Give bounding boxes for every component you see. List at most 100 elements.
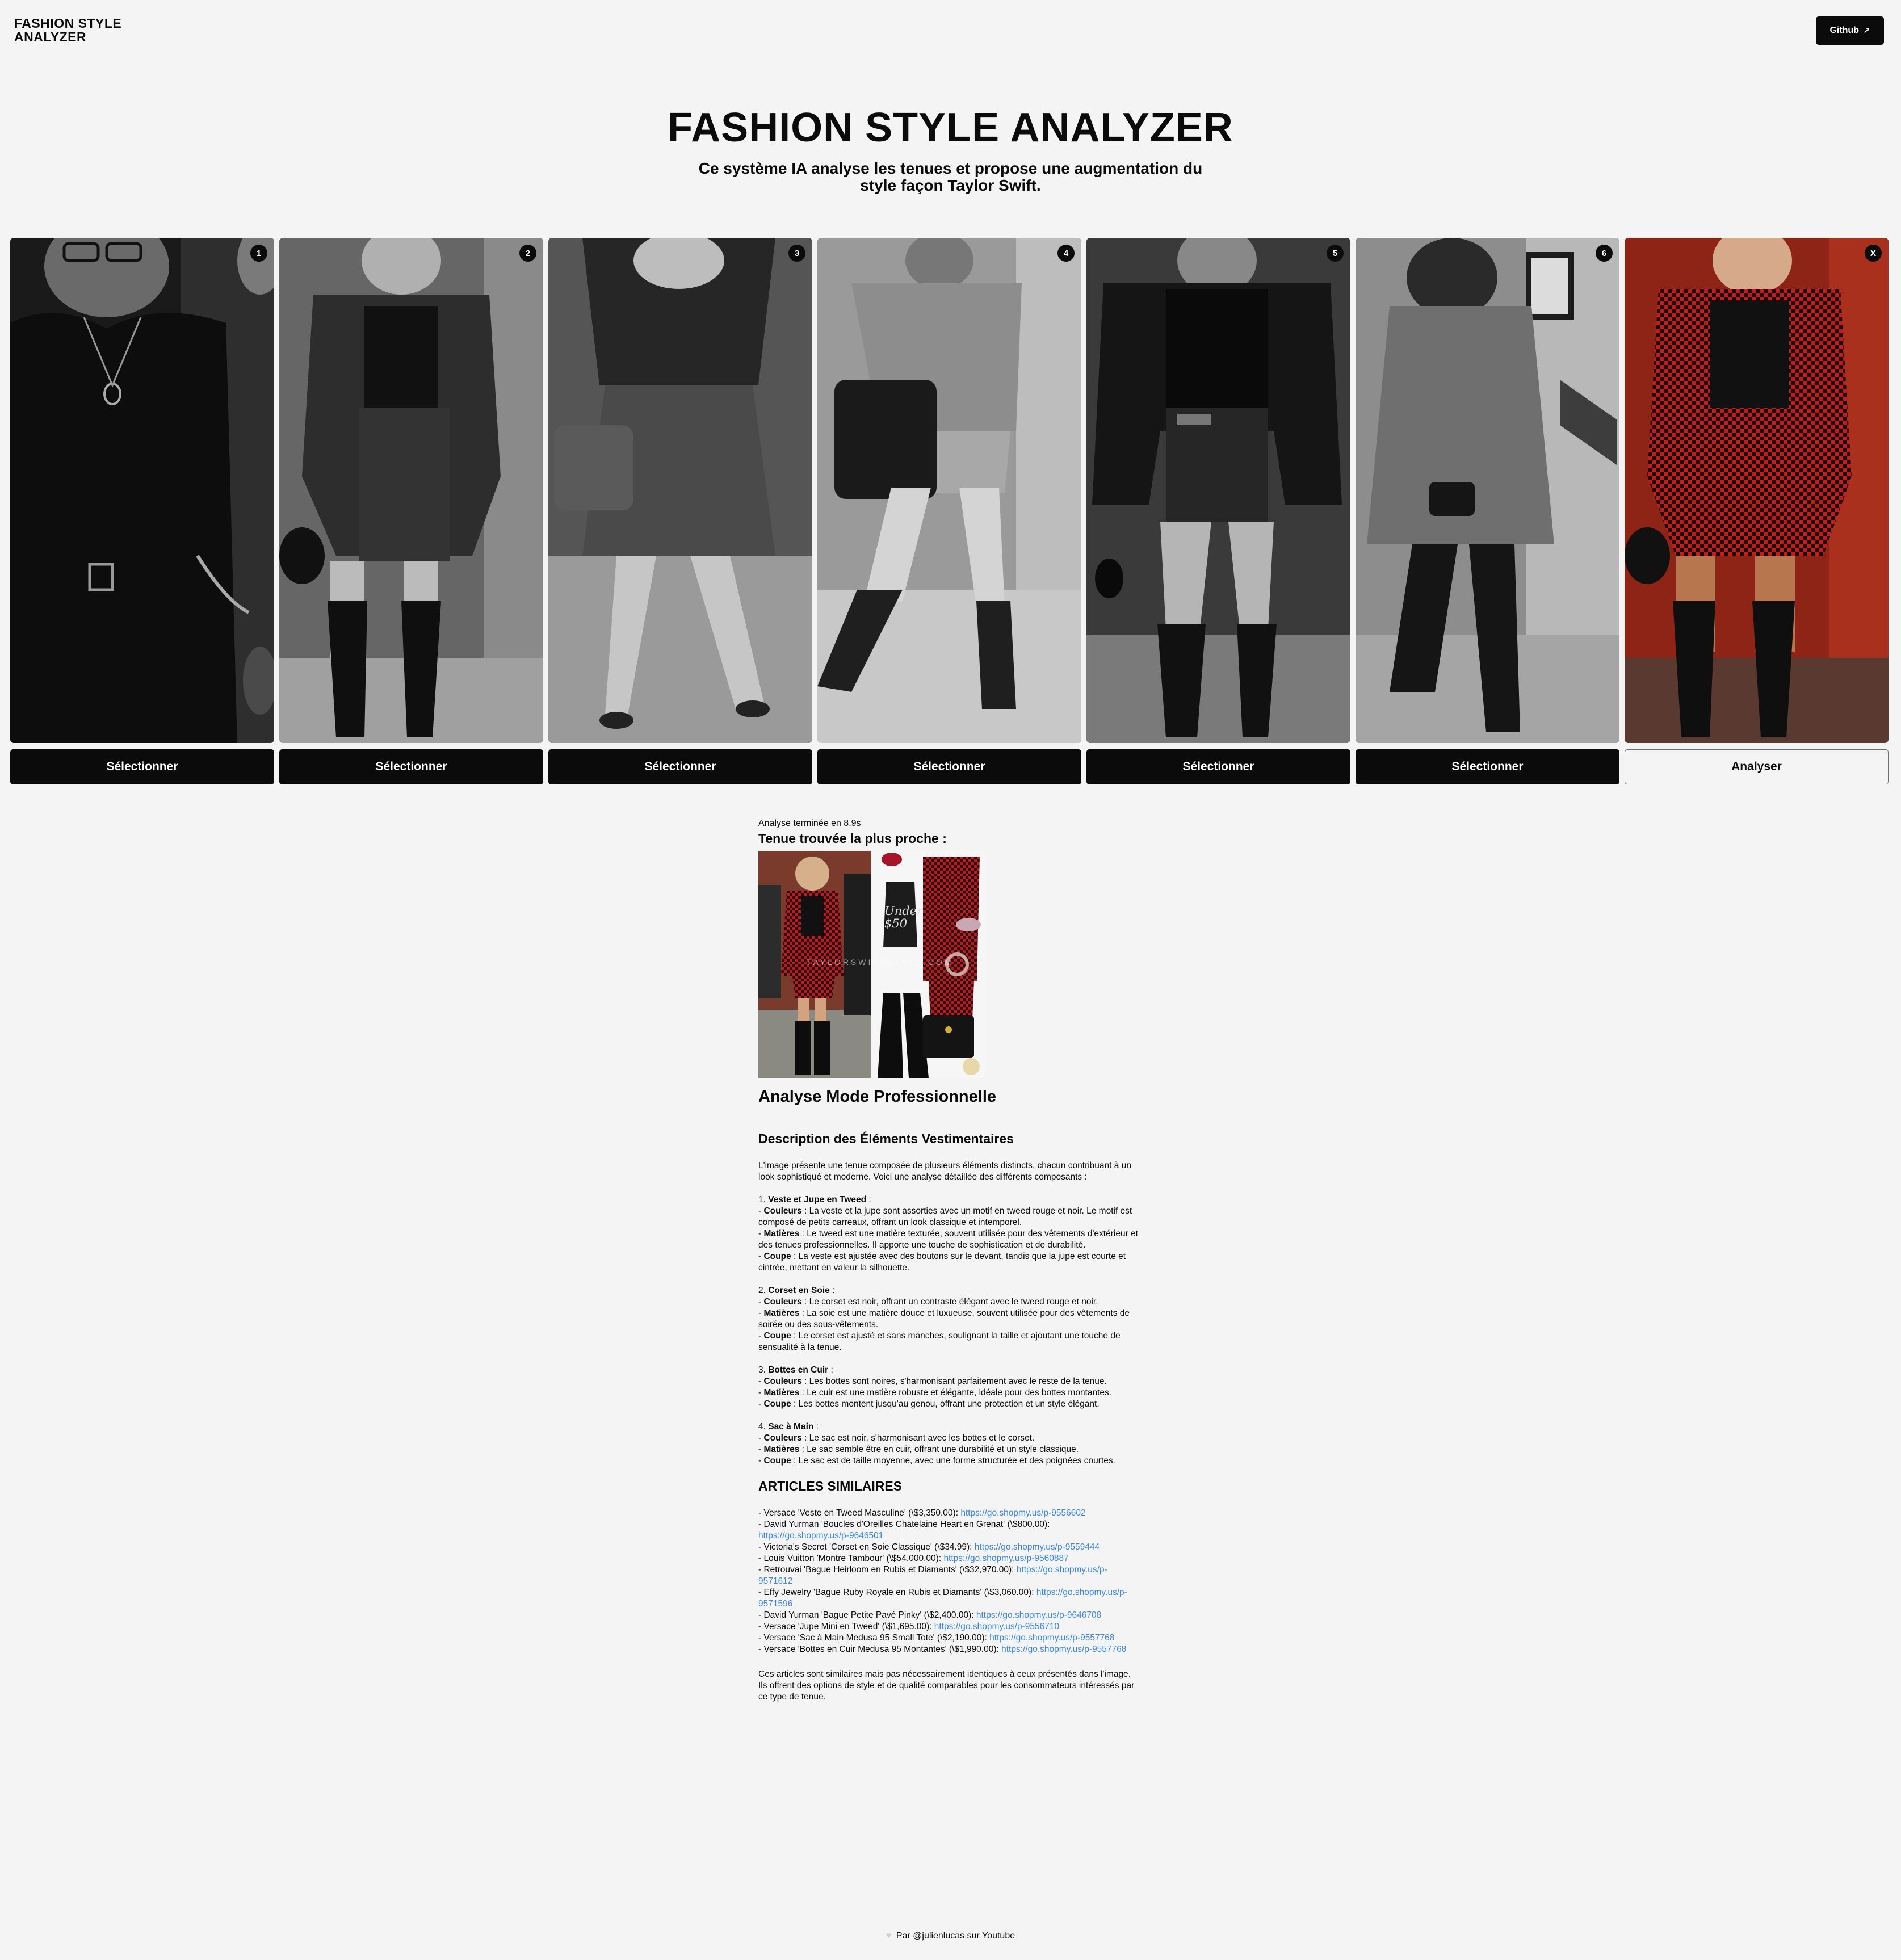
detail-text: : Le corset est noir, offrant un contras…	[801, 1297, 1098, 1307]
analysis-heading: Analyse Mode Professionnelle	[758, 1088, 997, 1106]
article-item: - Effy Jewelry 'Bague Ruby Royale en Rub…	[758, 1587, 1142, 1610]
articles-heading: ARTICLES SIMILAIRES	[758, 1479, 903, 1493]
article-text: - David Yurman 'Bague Petite Pavé Pinky'…	[758, 1610, 976, 1620]
outfit-photo-3[interactable]: 3	[548, 238, 812, 743]
article-link[interactable]: https://go.shopmy.us/p-9557768	[1001, 1644, 1126, 1654]
article-item: - Victoria's Secret 'Corset en Soie Clas…	[758, 1542, 1142, 1553]
outfit-photo-4[interactable]: 4	[817, 238, 1081, 743]
outfit-4-image	[817, 238, 1081, 743]
select-button[interactable]: Sélectionner	[548, 749, 812, 784]
analysis-body: L'image présente une tenue composée de p…	[758, 1160, 1142, 1467]
nearest-outfit-heading: Tenue trouvée la plus proche :	[758, 831, 947, 846]
article-item: - David Yurman 'Boucles d'Oreilles Chate…	[758, 1519, 1142, 1542]
heart-icon: ♥	[886, 1931, 892, 1941]
article-link[interactable]: https://go.shopmy.us/p-9556602	[960, 1508, 1085, 1518]
detail-label: Couleurs	[763, 1433, 802, 1443]
outfit-photo-1[interactable]: 1	[10, 238, 274, 743]
select-button[interactable]: Sélectionner	[817, 749, 1081, 784]
article-link[interactable]: https://go.shopmy.us/p-9559444	[975, 1542, 1100, 1552]
article-text: - Retrouvai 'Bague Heirloom en Rubis et …	[758, 1565, 1017, 1575]
article-item: - Versace 'Sac à Main Medusa 95 Small To…	[758, 1632, 1142, 1644]
top-bar: FASHION STYLE ANALYZER Github ↗	[0, 0, 1901, 62]
section-title-text: Veste et Jupe en Tweed	[768, 1195, 867, 1204]
article-text: - Effy Jewelry 'Bague Ruby Royale en Rub…	[758, 1588, 1036, 1597]
section-detail: - Coupe : Le corset est ajusté et sans m…	[758, 1331, 1121, 1352]
detail-label: Matières	[763, 1388, 800, 1397]
article-text: - Victoria's Secret 'Corset en Soie Clas…	[758, 1542, 975, 1552]
section-title: 1. Veste et Jupe en Tweed :	[758, 1195, 871, 1204]
outfit-6-image	[1356, 238, 1619, 743]
article-item: - Louis Vuitton 'Montre Tambour' (\$54,0…	[758, 1553, 1142, 1564]
outfit-3-image	[548, 238, 812, 743]
clothing-section: 4. Sac à Main :- Couleurs : Le sac est n…	[758, 1421, 1142, 1467]
detail-text: : Le sac est de taille moyenne, avec une…	[791, 1456, 1115, 1466]
footer-credit[interactable]: Par @julienlucas sur Youtube	[896, 1931, 1015, 1941]
outfit-5-image	[1086, 238, 1350, 743]
detail-text: : Le cuir est une matière robuste et élé…	[799, 1388, 1112, 1397]
detail-text: : La soie est une matière douce et luxue…	[758, 1308, 1130, 1329]
outfit-card-1: 1 Sélectionner	[10, 238, 274, 786]
photo-number-badge: 6	[1596, 245, 1613, 262]
outfit-generated-image	[1625, 238, 1889, 743]
article-item: - David Yurman 'Bague Petite Pavé Pinky'…	[758, 1610, 1142, 1621]
section-title-text: Sac à Main	[768, 1422, 814, 1432]
detail-text: : La veste est ajustée avec des boutons …	[758, 1252, 1126, 1273]
article-link[interactable]: https://go.shopmy.us/p-9646708	[976, 1610, 1101, 1620]
section-title-text: Corset en Soie	[768, 1286, 830, 1295]
page-title: FASHION STYLE ANALYZER	[668, 105, 1233, 150]
close-badge[interactable]: X	[1865, 245, 1882, 262]
arrow-up-right-icon: ↗	[1862, 26, 1870, 36]
section-number: 1.	[758, 1195, 769, 1204]
outfit-2-image	[279, 238, 543, 743]
github-label: Github	[1829, 26, 1859, 35]
select-button[interactable]: Sélectionner	[1356, 749, 1619, 784]
article-text: - Louis Vuitton 'Montre Tambour' (\$54,0…	[758, 1554, 944, 1563]
outfit-card-generated: X Analyser	[1625, 238, 1889, 786]
select-button[interactable]: Sélectionner	[10, 749, 274, 784]
section-detail: - Couleurs : La veste et la jupe sont as…	[758, 1206, 1132, 1227]
analyze-button[interactable]: Analyser	[1625, 749, 1889, 784]
section-number: 2.	[758, 1286, 769, 1295]
article-link[interactable]: https://go.shopmy.us/p-9646501	[758, 1531, 883, 1541]
collage-watermark: TAYLORSWIFTSTYLE.COM	[807, 958, 954, 967]
outfit-photo-2[interactable]: 2	[279, 238, 543, 743]
section-title: 3. Bottes en Cuir :	[758, 1365, 833, 1375]
select-button[interactable]: Sélectionner	[1086, 749, 1350, 784]
outfit-card-5: 5 Sélectionner	[1086, 238, 1350, 786]
outfit-card-6: 6 Sélectionner	[1356, 238, 1619, 786]
select-button[interactable]: Sélectionner	[279, 749, 543, 784]
outfit-card-4: 4 Sélectionner	[817, 238, 1081, 786]
clothing-sections: 1. Veste et Jupe en Tweed : - Couleurs : …	[758, 1194, 1142, 1467]
detail-label: Coupe	[763, 1456, 791, 1466]
analysis-status: Analyse terminée en 8.9s	[758, 819, 861, 828]
conclusion-paragraph: Ces articles sont similaires mais pas né…	[758, 1669, 1135, 1702]
outfit-photo-5[interactable]: 5	[1086, 238, 1350, 743]
article-link[interactable]: https://go.shopmy.us/p-9560887	[943, 1554, 1068, 1563]
intro-paragraph: L'image présente une tenue composée de p…	[758, 1161, 1131, 1182]
article-link[interactable]: https://go.shopmy.us/p-9556710	[934, 1622, 1059, 1631]
outfit-photo-6[interactable]: 6	[1356, 238, 1619, 743]
detail-text: : La veste et la jupe sont assorties ave…	[758, 1206, 1132, 1227]
detail-label: Couleurs	[763, 1297, 802, 1307]
detail-label: Coupe	[763, 1252, 791, 1261]
section-title: 4. Sac à Main :	[758, 1422, 819, 1432]
section-detail: - Coupe : La veste est ajustée avec des …	[758, 1252, 1126, 1273]
photo-number-badge: 5	[1327, 245, 1344, 262]
article-link[interactable]: https://go.shopmy.us/p-9557768	[989, 1633, 1114, 1643]
detail-text: : Le sac est noir, s'harmonisant avec le…	[801, 1433, 1035, 1443]
clothing-section: 2. Corset en Soie : - Couleurs : Le corse…	[758, 1285, 1142, 1353]
section-detail: - Matières : La soie est une matière dou…	[758, 1308, 1130, 1329]
github-button[interactable]: Github ↗	[1816, 16, 1884, 45]
site-logo[interactable]: FASHION STYLE ANALYZER	[14, 16, 162, 44]
outfit-photo-generated[interactable]: X	[1625, 238, 1889, 743]
articles-list: - Versace 'Veste en Tweed Masculine' (\$…	[758, 1508, 1142, 1655]
collage-tag: Under $50	[884, 904, 923, 930]
detail-label: Couleurs	[763, 1376, 802, 1386]
footer: ♥ Par @julienlucas sur Youtube	[0, 1931, 1901, 1941]
detail-label: Coupe	[763, 1399, 791, 1409]
detail-label: Matières	[763, 1229, 800, 1239]
section-number: 4.	[758, 1422, 769, 1432]
hero: FASHION STYLE ANALYZER Ce système IA ana…	[0, 102, 1901, 194]
outfit-card-3: 3 Sélectionner	[548, 238, 812, 786]
detail-label: Matières	[763, 1308, 800, 1318]
